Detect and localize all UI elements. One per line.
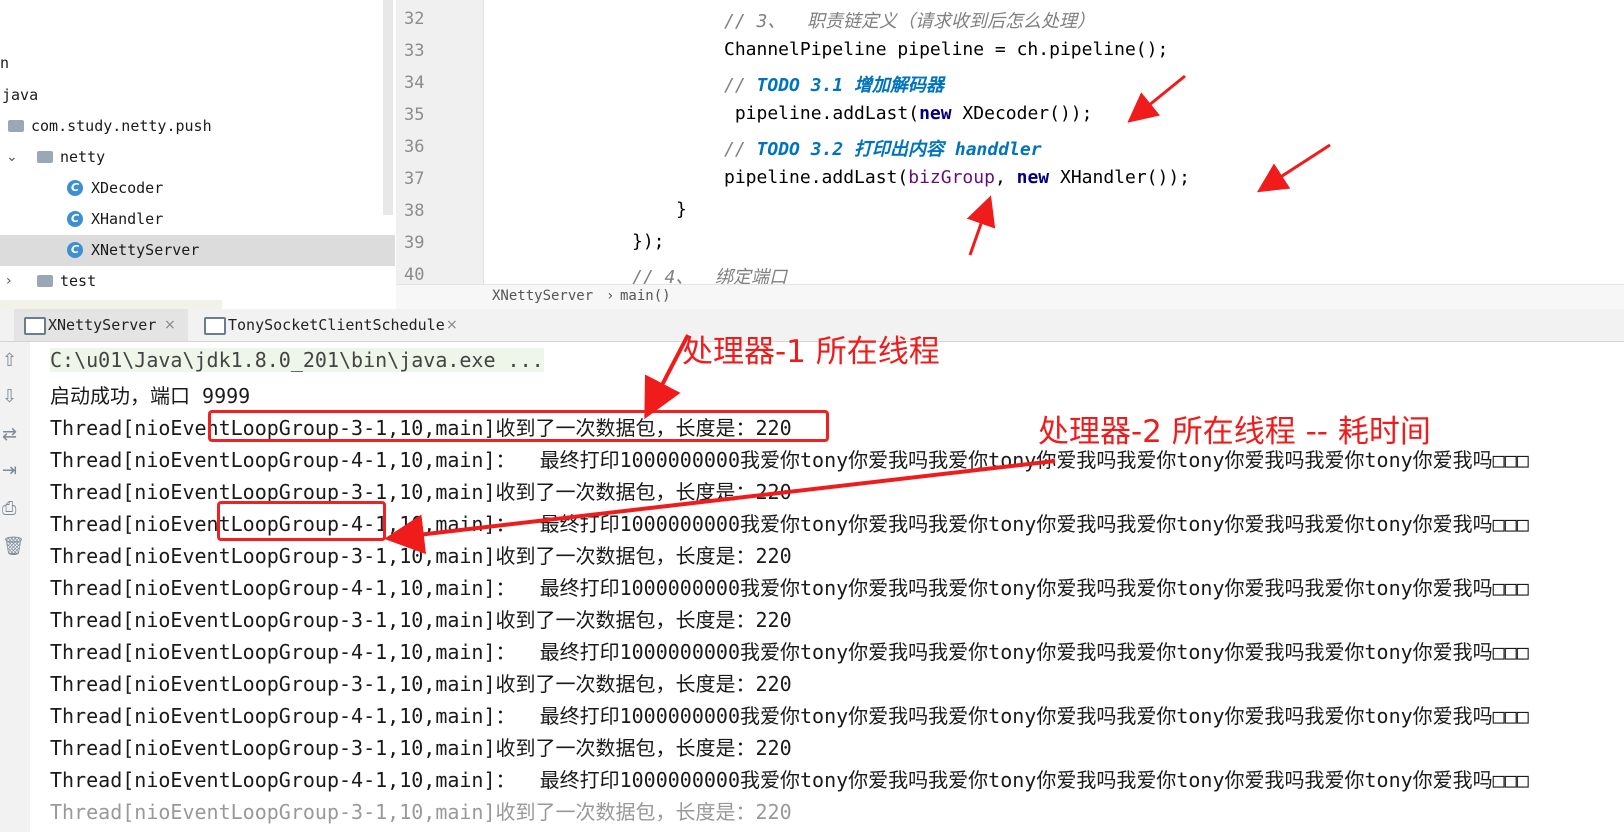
code-line-32: // 3、 职责链定义（请求收到后怎么处理）	[724, 11, 1096, 32]
todo-comment: TODO 3.2 打印出内容 handdler	[756, 139, 1042, 160]
line-number: 35	[404, 105, 425, 125]
tree-item-label: XNettyServer	[91, 241, 200, 259]
tree-item-xnettyserver[interactable]: C XNettyServer	[0, 235, 395, 266]
tree-item-test[interactable]: › test	[0, 266, 395, 297]
keyword: new	[919, 103, 952, 124]
line-number: 32	[404, 9, 425, 29]
trash-icon[interactable]: 🗑	[2, 536, 25, 557]
tree-item-label: netty	[60, 148, 106, 166]
code-line-38: }	[676, 199, 687, 220]
tree-item-xdecoder[interactable]: C XDecoder	[0, 173, 395, 204]
soft-wrap-icon[interactable]: ⇄	[2, 424, 22, 445]
tree-item-n[interactable]: n	[0, 48, 395, 79]
folder-icon	[37, 275, 53, 287]
console-line: Thread[nioEventLoopGroup-3-1,10,main]收到了…	[50, 544, 792, 568]
print-icon[interactable]: ⎙	[2, 498, 22, 519]
tree-item-label: XHandler	[91, 210, 164, 228]
tree-item-package[interactable]: com.study.netty.push	[0, 111, 395, 142]
line-number-gutter: 32 33 34 35 36 37 38 39 40	[396, 0, 484, 284]
code-text: ,	[994, 167, 1017, 188]
line-number: 40	[404, 265, 425, 284]
close-icon[interactable]: ×	[446, 309, 458, 341]
console-line: Thread[nioEventLoopGroup-4-1,10,main]： 最…	[50, 640, 1529, 664]
code-line-40: // 4、 绑定端口	[632, 267, 788, 284]
line-number: 34	[404, 73, 425, 93]
tab-tonysocketclientschedule[interactable]: TonySocketClientSchedule ×	[194, 309, 466, 341]
breadcrumb-method[interactable]: main()	[620, 288, 671, 304]
code-line-37: pipeline.addLast(bizGroup, new XHandler(…	[724, 167, 1190, 188]
line-number: 39	[404, 233, 425, 253]
tab-label: XNettyServer	[48, 316, 157, 334]
tab-label: TonySocketClientSchedule	[228, 316, 445, 334]
runnable-class-icon: C	[67, 242, 83, 258]
run-config-icon	[204, 317, 226, 335]
down-arrow-icon[interactable]: ⇩	[2, 386, 22, 407]
comment-prefix: //	[724, 139, 757, 160]
tree-item-label: test	[60, 272, 97, 290]
console-line: Thread[nioEventLoopGroup-3-1,10,main]收到了…	[50, 480, 792, 504]
line-number: 38	[404, 201, 425, 221]
comment-prefix: //	[724, 75, 757, 96]
console-toolbar: ⇧ ⇩ ⇄ ⇥ ⎙ 🗑	[0, 342, 30, 832]
todo-comment: TODO 3.1 增加解码器	[756, 75, 945, 96]
keyword: new	[1016, 167, 1050, 188]
breadcrumb-class[interactable]: XNettyServer	[492, 288, 593, 304]
chevron-down-icon[interactable]: ⌄	[6, 142, 18, 173]
line-number: 33	[404, 41, 425, 61]
tree-item-xhandler[interactable]: C XHandler	[0, 204, 395, 235]
code-text: pipeline.addLast(	[724, 167, 909, 188]
console-line: Thread[nioEventLoopGroup-4-1,10,main]： 最…	[50, 576, 1529, 600]
code-text: pipeline.addLast(	[724, 103, 920, 124]
console-line: Thread[nioEventLoopGroup-3-1,10,main]收到了…	[50, 800, 792, 824]
breadcrumb-separator: ›	[606, 288, 615, 304]
project-tree: n java com.study.netty.push ⌄ netty C XD…	[0, 0, 395, 310]
code-line-39: });	[632, 231, 665, 252]
tree-item-label: com.study.netty.push	[31, 117, 212, 135]
console-line: Thread[nioEventLoopGroup-3-1,10,main]收到了…	[50, 672, 792, 696]
line-number: 36	[404, 137, 425, 157]
console-command-line: C:\u01\Java\jdk1.8.0_201\bin\java.exe ..…	[50, 348, 544, 372]
tree-scrollbar[interactable]	[383, 0, 393, 215]
tree-item-label: XDecoder	[91, 179, 164, 197]
scroll-to-end-icon[interactable]: ⇥	[2, 460, 22, 481]
code-line-33: ChannelPipeline pipeline = ch.pipeline()…	[724, 39, 1169, 60]
up-arrow-icon[interactable]: ⇧	[2, 350, 22, 371]
class-icon: C	[67, 211, 83, 227]
line-number: 37	[404, 169, 425, 189]
console-line: Thread[nioEventLoopGroup-4-1,10,main]： 最…	[50, 768, 1529, 792]
tree-item-label: java	[2, 86, 39, 104]
run-config-icon	[24, 317, 46, 335]
highlight-box-thread-3	[208, 410, 829, 442]
code-text: XDecoder());	[951, 103, 1093, 124]
console-line: Thread[nioEventLoopGroup-3-1,10,main]收到了…	[50, 736, 792, 760]
close-icon[interactable]: ×	[164, 309, 176, 341]
tree-item-java[interactable]: java	[0, 80, 395, 111]
breadcrumb: XNettyServer › main()	[396, 284, 1624, 309]
package-icon	[8, 120, 24, 132]
tab-xnettyserver[interactable]: XNettyServer ×	[14, 309, 188, 341]
tree-item-netty[interactable]: ⌄ netty	[0, 142, 395, 173]
code-line-35: pipeline.addLast(new XDecoder());	[724, 103, 1093, 124]
annotation-label-handler-2: 处理器-2 所在线程 -- 耗时间	[1038, 414, 1431, 450]
package-icon	[37, 151, 53, 163]
console-line: Thread[nioEventLoopGroup-4-1,10,main]： 最…	[50, 704, 1529, 728]
code-line-34: // TODO 3.1 增加解码器	[724, 71, 944, 97]
code-line-36: // TODO 3.2 打印出内容 handdler	[724, 135, 1042, 161]
tree-item-label: n	[0, 54, 10, 72]
field-reference: bizGroup	[908, 167, 995, 188]
console-line: 启动成功，端口 9999	[50, 384, 251, 408]
class-icon: C	[67, 180, 83, 196]
chevron-right-icon[interactable]: ›	[6, 266, 12, 297]
highlight-box-thread-4	[217, 501, 386, 541]
console-line: Thread[nioEventLoopGroup-3-1,10,main]收到了…	[50, 608, 792, 632]
annotation-label-handler-1: 处理器-1 所在线程	[682, 334, 940, 370]
code-editor[interactable]: 32 33 34 35 36 37 38 39 40 // 3、 职责链定义（请…	[396, 0, 1624, 284]
code-text: XHandler());	[1049, 167, 1191, 188]
